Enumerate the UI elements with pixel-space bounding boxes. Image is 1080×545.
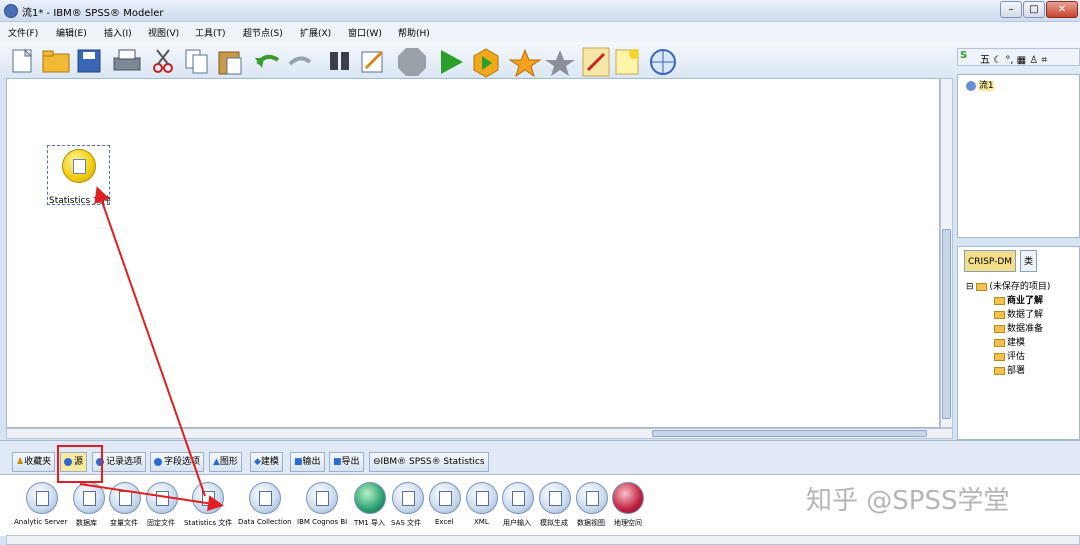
arrow-to-canvas-node: [94, 186, 206, 497]
arrow-to-palette-node: [79, 483, 224, 512]
annotation-arrows: [79, 186, 224, 512]
